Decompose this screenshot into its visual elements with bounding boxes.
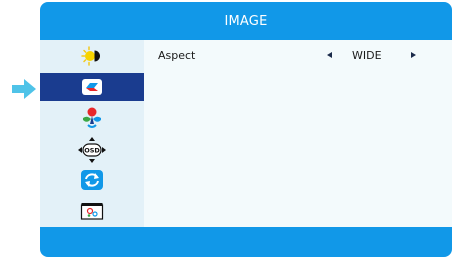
menu-header: IMAGE (40, 2, 452, 40)
sidebar: OSD (40, 40, 144, 227)
brightness-contrast-icon (81, 46, 100, 66)
arrow-right-icon[interactable] (411, 52, 416, 58)
sidebar-item-extra[interactable] (40, 197, 144, 225)
image-icon (82, 79, 102, 95)
osd-menu: IMAGE OSD Aspect WIDE (40, 2, 452, 257)
sidebar-item-image[interactable] (40, 73, 144, 101)
sidebar-item-luminance[interactable] (40, 42, 144, 70)
setting-label: Aspect (158, 49, 196, 62)
color-icon (83, 107, 101, 128)
setting-value: WIDE (352, 49, 382, 62)
osd-settings-icon: OSD (78, 137, 106, 163)
menu-title: IMAGE (224, 13, 268, 29)
reset-icon (81, 170, 103, 190)
selection-pointer-icon (12, 79, 36, 99)
extra-settings-icon (80, 203, 104, 220)
sidebar-item-color[interactable] (40, 104, 144, 132)
menu-footer (40, 227, 452, 257)
sidebar-item-reset[interactable] (40, 166, 144, 194)
svg-text:OSD: OSD (84, 147, 100, 155)
arrow-left-icon[interactable] (327, 52, 332, 58)
setting-row-aspect[interactable]: Aspect WIDE (144, 49, 452, 63)
sidebar-item-osd[interactable]: OSD (40, 136, 144, 164)
content-panel: Aspect WIDE (144, 40, 452, 227)
